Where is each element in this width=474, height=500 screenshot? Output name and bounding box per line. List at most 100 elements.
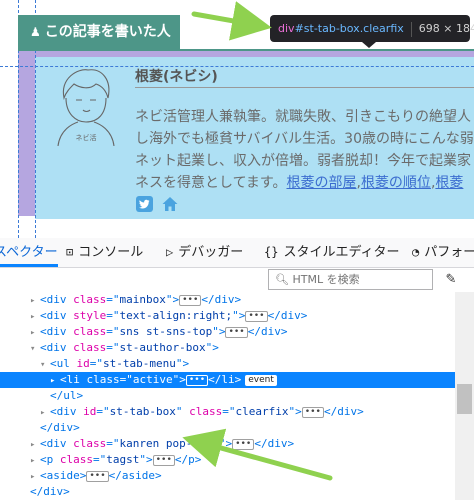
tag-text: "> xyxy=(175,357,190,370)
markup-node-selected[interactable]: ▸ <li class="active"> ••• </li> event xyxy=(0,372,455,388)
attribute-value: st-tab-menu xyxy=(103,357,176,370)
bio-link-room[interactable]: 根菱の部屋 xyxy=(286,175,356,191)
closing-tag: </div> xyxy=(201,293,242,306)
html-search-placeholder: HTML を検索 xyxy=(292,273,360,286)
markup-node[interactable]: </div> xyxy=(0,484,455,500)
tag-text: =" xyxy=(106,309,120,322)
author-section-tab[interactable]: ♟ この記事を書いた人 xyxy=(18,15,180,49)
tab-console[interactable]: ⊡ コンソール xyxy=(66,238,143,267)
markup-node[interactable]: ▾ <ul id="st-tab-menu"> xyxy=(0,356,455,372)
scrollbar-thumb[interactable] xyxy=(457,384,472,414)
performance-icon: ◔ xyxy=(412,245,420,259)
tab-style-editor[interactable]: {} スタイルエディター xyxy=(264,238,400,267)
collapsed-content-button[interactable]: ••• xyxy=(245,310,268,322)
tag-text: "> xyxy=(139,453,153,466)
markup-node[interactable]: ▸ <div class="sns st-sns-top"> ••• </div> xyxy=(0,324,455,340)
markup-node[interactable]: </div> xyxy=(0,420,455,436)
tag-text: <div xyxy=(40,325,74,338)
eyedropper-icon[interactable]: ✎ xyxy=(441,270,461,290)
markup-node[interactable]: ▸ <div style="text-align:right;"> ••• </div… xyxy=(0,308,455,324)
attribute-value: kanren pop-box xyxy=(119,437,219,450)
node-expand-toggle[interactable]: ▾ xyxy=(30,341,40,357)
tab-performance[interactable]: ◔ パフォー xyxy=(412,238,474,267)
tag-text: "> xyxy=(205,341,219,354)
markup-node[interactable]: ▸ <div class="kanren pop-box "> ••• </div> xyxy=(0,436,455,452)
element-highlighter-infobar: div#st-tab-box.clearfix 698 × 184.1 xyxy=(270,15,474,42)
closing-tag: </div> xyxy=(267,309,308,322)
tab-debugger[interactable]: ▷ デバッガー xyxy=(166,238,243,267)
attribute-value: st-author-box xyxy=(119,341,206,354)
attribute-name: id xyxy=(76,357,90,370)
tab-underline xyxy=(18,49,474,51)
collapsed-content-button[interactable]: ••• xyxy=(179,294,202,306)
tag-text: =" xyxy=(89,357,103,370)
tag-text: <ul xyxy=(50,357,77,370)
performance-tab-label: パフォー xyxy=(424,245,474,260)
attribute-value: clearfix xyxy=(235,405,289,418)
author-bio-line: ネスを得意としてます。根菱の部屋,根菱の順位,根菱 xyxy=(135,172,463,192)
tag-text: =" xyxy=(106,325,120,338)
markup-node[interactable]: ▸ <p class="tagst"> ••• </p> xyxy=(0,452,455,468)
console-icon: ⊡ xyxy=(66,245,74,259)
node-expand-toggle[interactable]: ▸ xyxy=(30,309,40,325)
name-divider xyxy=(135,87,474,88)
node-expand-toggle[interactable]: ▸ xyxy=(30,453,40,469)
node-expand-toggle[interactable]: ▸ xyxy=(30,293,40,309)
tag-text: "> xyxy=(218,437,233,450)
tag-text: <li xyxy=(60,373,87,386)
tag-text: </ul> xyxy=(50,389,84,402)
twitter-icon[interactable] xyxy=(136,196,153,212)
node-expand-toggle[interactable]: ▸ xyxy=(40,405,50,421)
tag-text: "> xyxy=(232,309,246,322)
node-expand-toggle[interactable]: ▸ xyxy=(30,325,40,341)
node-expand-toggle[interactable]: ▸ xyxy=(30,469,40,485)
collapsed-content-button[interactable]: ••• xyxy=(152,454,175,466)
tag-text: " xyxy=(175,405,190,418)
bio-link-more[interactable]: 根菱 xyxy=(435,175,463,191)
node-expand-toggle[interactable]: ▸ xyxy=(30,437,40,453)
tag-text: =" xyxy=(106,341,120,354)
tag-text: =" xyxy=(106,293,120,306)
style-editor-tab-label: スタイルエディター xyxy=(283,245,400,260)
tag-text: "> xyxy=(165,293,180,306)
infobar-class: .clearfix xyxy=(359,22,404,35)
collapsed-content-button[interactable]: ••• xyxy=(185,374,209,386)
node-expand-toggle[interactable]: ▾ xyxy=(40,357,50,373)
collapsed-content-button[interactable]: ••• xyxy=(86,470,109,482)
tag-text: =" xyxy=(119,373,133,386)
person-icon: ♟ xyxy=(30,25,41,39)
bio-link-ranking[interactable]: 根菱の順位 xyxy=(361,175,431,191)
tag-text: <div xyxy=(50,405,84,418)
author-bio-text: ネスを得意としてます。 xyxy=(135,175,287,191)
attribute-name: style xyxy=(73,309,107,322)
tag-text: <div xyxy=(40,293,74,306)
tag-text: =" xyxy=(96,405,110,418)
tab-inspector[interactable]: スペクター xyxy=(0,238,58,267)
markup-node[interactable]: ▸ <aside> ••• </aside> xyxy=(0,468,455,484)
closing-tag: </li> xyxy=(208,373,242,386)
collapsed-content-button[interactable]: ••• xyxy=(301,406,324,418)
tag-text: =" xyxy=(222,405,236,418)
infobar-tag: div xyxy=(278,22,295,35)
tag-text: </div> xyxy=(40,421,80,434)
home-icon[interactable] xyxy=(161,195,179,213)
author-section-tab-label: この記事を書いた人 xyxy=(44,24,171,40)
tag-text: =" xyxy=(106,437,120,450)
node-expand-toggle[interactable]: ▸ xyxy=(50,373,60,389)
active-tab-indicator xyxy=(0,264,58,267)
search-icon: 🔍︎ xyxy=(275,273,293,286)
html-search-input[interactable]: 🔍︎ HTML を検索 xyxy=(268,269,433,290)
collapsed-content-button[interactable]: ••• xyxy=(232,438,255,450)
tag-text: <p xyxy=(40,453,60,466)
markup-node[interactable]: ▾ <div class="st-author-box"> xyxy=(0,340,455,356)
markup-node[interactable]: </ul> xyxy=(0,388,455,404)
attribute-value: sns st-sns-top xyxy=(119,325,213,338)
tag-text: =" xyxy=(93,453,107,466)
event-badge[interactable]: event xyxy=(245,374,277,386)
style-editor-icon: {} xyxy=(264,245,279,259)
attribute-name: class xyxy=(73,437,107,450)
markup-node[interactable]: ▸ <div id="st-tab-box" class="clearfix"> •… xyxy=(0,404,455,420)
collapsed-content-button[interactable]: ••• xyxy=(225,326,248,338)
tag-text: "> xyxy=(212,325,226,338)
markup-node[interactable]: ▸ <div class="mainbox"> ••• </div> xyxy=(0,292,455,308)
